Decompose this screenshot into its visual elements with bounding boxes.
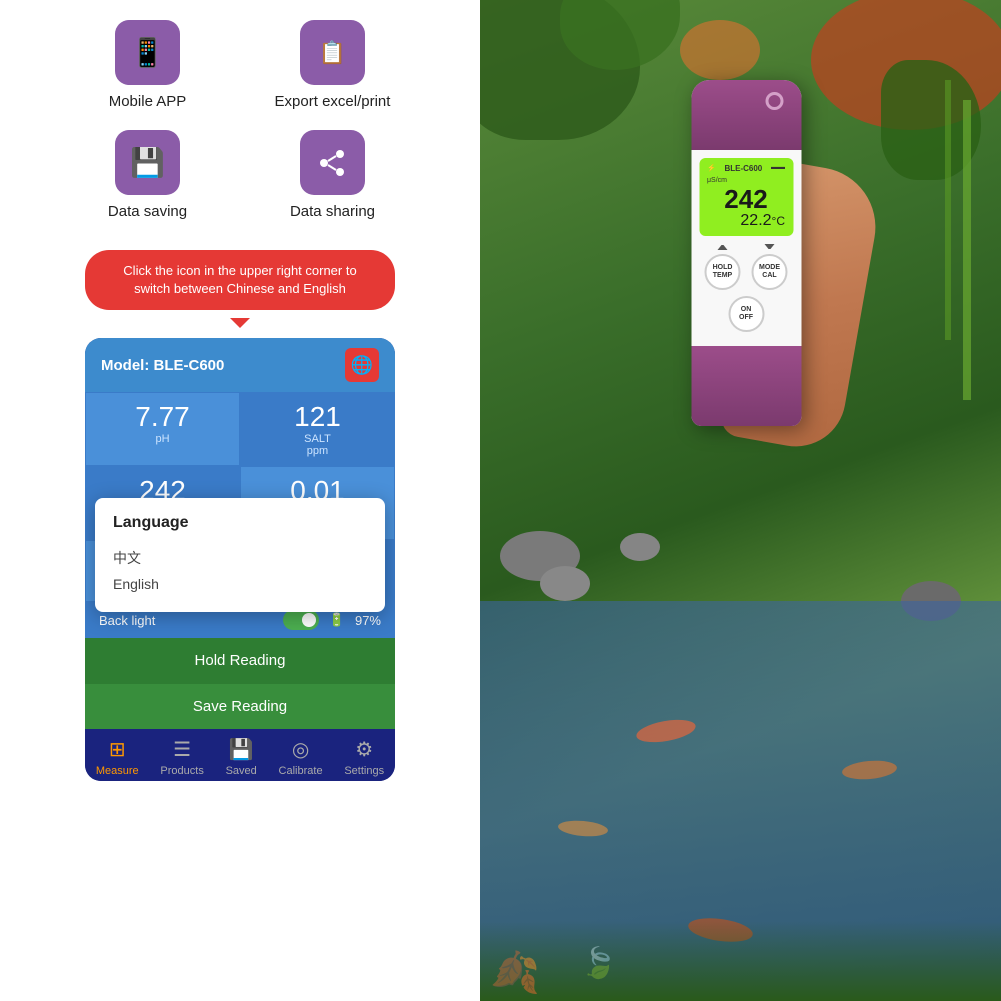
export-feature: 📋 Export excel/print <box>255 20 410 110</box>
bamboo-1 <box>963 100 971 400</box>
fish-2 <box>558 819 609 838</box>
device-illustration: ⚡ BLE-C600 ▬▬ μS/cm 242 22.2°C <box>691 80 801 426</box>
leaf-decoration-2: 🍃 <box>580 946 617 981</box>
ground-gradient <box>480 921 1001 1001</box>
export-icon: 📋 <box>300 20 365 85</box>
nav-products[interactable]: ☰ Products <box>160 737 203 777</box>
data-sharing-icon <box>300 130 365 195</box>
language-toggle-button[interactable]: 🌐 <box>345 348 379 382</box>
leaf-decoration: 🍂 <box>490 949 540 996</box>
device-cap <box>691 80 801 150</box>
save-reading-button[interactable]: Save Reading <box>85 683 395 729</box>
device-bottom-cap <box>691 346 801 426</box>
phone-title: Model: BLE-C600 <box>101 357 224 374</box>
ble-c600-device: ⚡ BLE-C600 ▬▬ μS/cm 242 22.2°C <box>691 80 801 426</box>
measure-nav-label: Measure <box>96 765 139 777</box>
salt-bot-unit: ppm <box>253 445 382 457</box>
fish-1 <box>635 716 698 746</box>
bottom-nav: ⊞ Measure ☰ Products 💾 Saved ◎ Calibrate… <box>85 729 395 781</box>
nav-settings[interactable]: ⚙ Settings <box>344 737 384 777</box>
ph-unit: pH <box>98 433 227 445</box>
saved-nav-icon: 💾 <box>229 737 254 762</box>
data-saving-label: Data saving <box>108 203 187 220</box>
language-popup: Language 中文 English <box>95 498 385 612</box>
temp-reading: 22.2°C <box>707 212 785 230</box>
calibrate-nav-icon: ◎ <box>292 737 309 762</box>
mobile-app-label: Mobile APP <box>109 93 187 110</box>
salt-ppm-cell: 121 SALT ppm <box>240 392 395 466</box>
nav-saved[interactable]: 💾 Saved <box>226 737 257 777</box>
device-main-buttons: HOLD TEMP MODE CAL <box>699 254 793 290</box>
nav-calibrate[interactable]: ◎ Calibrate <box>279 737 323 777</box>
export-label: Export excel/print <box>275 93 391 110</box>
salt-top-unit: SALT <box>253 433 382 445</box>
products-nav-icon: ☰ <box>173 737 191 762</box>
products-nav-label: Products <box>160 765 203 777</box>
fish-3 <box>841 758 897 781</box>
mobile-app-icon: 📱 <box>115 20 180 85</box>
left-panel: 📱 Mobile APP 📋 Export excel/print 💾 Data… <box>0 0 480 1001</box>
up-arrow <box>718 244 728 250</box>
mode-cal-button[interactable]: MODE CAL <box>752 254 788 290</box>
data-saving-feature: 💾 Data saving <box>70 130 225 220</box>
feature-grid: 📱 Mobile APP 📋 Export excel/print 💾 Data… <box>70 20 410 220</box>
hold-temp-button[interactable]: HOLD TEMP <box>705 254 741 290</box>
backlight-toggle[interactable] <box>283 610 319 630</box>
rock-2 <box>540 566 590 601</box>
main-reading: 242 <box>707 186 785 212</box>
rock-4 <box>620 533 660 561</box>
bamboo-2 <box>945 80 951 340</box>
garden-background: ⚡ BLE-C600 ▬▬ μS/cm 242 22.2°C <box>480 0 1001 1001</box>
ph-value: 7.77 <box>98 401 227 433</box>
bluetooth-icon: ⚡ <box>707 164 716 173</box>
nav-measure[interactable]: ⊞ Measure <box>96 737 139 777</box>
screen-icons: ⚡ BLE-C600 ▬▬ <box>707 164 785 173</box>
battery-percent: 97% <box>355 613 381 628</box>
data-sharing-label: Data sharing <box>290 203 375 220</box>
salt-ppm-value: 121 <box>253 401 382 433</box>
phone-header: Model: BLE-C600 🌐 <box>85 338 395 392</box>
ph-cell: 7.77 pH <box>85 392 240 466</box>
measure-nav-icon: ⊞ <box>109 737 126 762</box>
on-off-button[interactable]: ON OFF <box>728 296 764 332</box>
unit-display: μS/cm <box>707 177 785 184</box>
device-top-buttons <box>699 244 793 250</box>
language-popup-title: Language <box>113 514 367 532</box>
device-on-off-area: ON OFF <box>699 296 793 332</box>
chinese-option[interactable]: 中文 <box>113 544 367 572</box>
data-saving-icon: 💾 <box>115 130 180 195</box>
speech-bubble: Click the icon in the upper right corner… <box>85 250 395 310</box>
device-screen: ⚡ BLE-C600 ▬▬ μS/cm 242 22.2°C <box>699 158 793 236</box>
battery-indicator: ▬▬ <box>771 164 785 173</box>
down-arrow <box>765 244 775 250</box>
device-body: ⚡ BLE-C600 ▬▬ μS/cm 242 22.2°C <box>691 150 801 346</box>
phone-mockup: Model: BLE-C600 🌐 7.77 pH 121 SALT ppm 2… <box>85 338 395 781</box>
backlight-label: Back light <box>99 613 155 628</box>
data-sharing-feature: Data sharing <box>255 130 410 220</box>
english-option[interactable]: English <box>113 572 367 596</box>
hold-reading-button[interactable]: Hold Reading <box>85 638 395 683</box>
foliage-5 <box>680 20 760 80</box>
cap-ring <box>765 92 783 110</box>
calibrate-nav-label: Calibrate <box>279 765 323 777</box>
mobile-app-feature: 📱 Mobile APP <box>70 20 225 110</box>
right-panel: ⚡ BLE-C600 ▬▬ μS/cm 242 22.2°C <box>480 0 1001 1001</box>
settings-nav-label: Settings <box>344 765 384 777</box>
battery-icon: 🔋 <box>329 612 345 628</box>
model-label: BLE-C600 <box>724 164 762 173</box>
settings-nav-icon: ⚙ <box>355 737 373 762</box>
saved-nav-label: Saved <box>226 765 257 777</box>
